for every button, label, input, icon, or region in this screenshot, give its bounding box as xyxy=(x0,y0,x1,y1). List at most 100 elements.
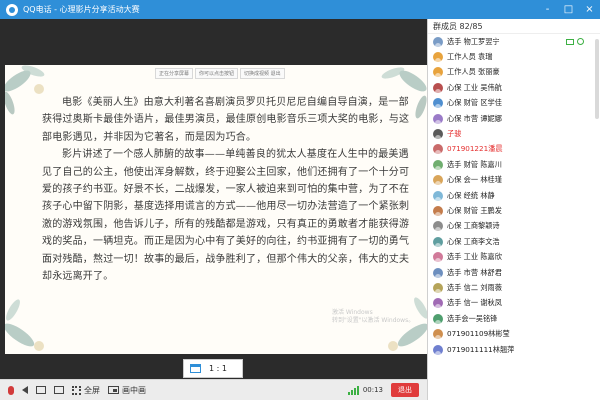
share-hint-tabs: 正在分享屏幕 你可以点击按钮 切换成视频 退出 xyxy=(155,68,285,79)
screen-share-icon xyxy=(54,386,64,394)
window-ratio-icon xyxy=(190,364,201,373)
member-avatar xyxy=(433,298,443,309)
member-name: 选手 物工罗翌宁 xyxy=(447,36,500,46)
call-toolbar: 全屏 画中画 00:13 退出 xyxy=(0,379,427,400)
member-row[interactable]: 选手 物工罗翌宁 xyxy=(428,34,600,49)
pip-label: 画中画 xyxy=(122,385,146,395)
member-avatar xyxy=(433,159,443,170)
member-avatar xyxy=(433,67,443,78)
minimize-button[interactable]: - xyxy=(537,0,558,19)
member-name: 工作人员 张丽豪 xyxy=(447,67,500,77)
picture-in-picture-icon xyxy=(108,386,119,394)
member-name: 子骏 xyxy=(447,129,462,139)
member-avatar xyxy=(433,329,443,340)
member-name: 心保 会一 林桂瑾 xyxy=(447,175,502,185)
share-hint-tab[interactable]: 正在分享屏幕 xyxy=(155,68,194,79)
member-row[interactable]: 0719011111林翘萍 xyxy=(428,342,600,357)
member-avatar xyxy=(433,221,443,232)
member-row[interactable]: 心保 工商李文浩 xyxy=(428,234,600,249)
member-row[interactable]: 子骏 xyxy=(428,126,600,141)
member-avatar xyxy=(433,313,443,324)
member-avatar xyxy=(433,129,443,140)
member-name: 心保 工商黎颖诗 xyxy=(447,221,500,231)
window-title: QQ电话 - 心理影片分享活动大赛 xyxy=(23,5,140,14)
microphone-off-icon xyxy=(8,385,14,395)
member-name: 选手 财管 陈嘉川 xyxy=(447,159,502,169)
member-name: 心保 工业 吴伟航 xyxy=(447,82,502,92)
aspect-ratio-label: 1 : 1 xyxy=(209,364,227,373)
audio-active-icon xyxy=(577,38,584,45)
member-avatar xyxy=(433,344,443,355)
shared-screen-slide: 正在分享屏幕 你可以点击按钮 切换成视频 退出 电影《美丽人生》由意大利著名喜剧… xyxy=(5,65,433,354)
watermark-line: 激活 Windows xyxy=(332,309,373,316)
picture-in-picture-button[interactable]: 画中画 xyxy=(108,385,146,396)
share-hint-tab[interactable]: 切换成视频 退出 xyxy=(240,68,285,79)
member-row[interactable]: 心保 市营 谭妮娜 xyxy=(428,111,600,126)
member-avatar xyxy=(433,236,443,247)
member-name: 071901221潘晨 xyxy=(447,144,503,154)
member-name: 071901109林彬莹 xyxy=(447,329,510,339)
member-name: 选手 市营 林舒君 xyxy=(447,267,502,277)
activate-windows-watermark: 激活 Windows 转到"设置"以激活 Windows。 xyxy=(332,309,414,325)
member-name: 心保 市营 谭妮娜 xyxy=(447,113,502,123)
member-row[interactable]: 选手 财管 陈嘉川 xyxy=(428,157,600,172)
fullscreen-button[interactable]: 全屏 xyxy=(72,385,100,396)
member-row[interactable]: 选手会一吴铭锋 xyxy=(428,311,600,326)
member-avatar xyxy=(433,144,443,155)
member-row[interactable]: 选手 市营 林舒君 xyxy=(428,265,600,280)
member-avatar xyxy=(433,267,443,278)
close-button[interactable]: × xyxy=(579,0,600,19)
camera-button[interactable] xyxy=(36,386,46,394)
share-screen-button[interactable] xyxy=(54,386,64,394)
speaker-icon xyxy=(22,386,28,394)
fullscreen-icon xyxy=(72,385,81,395)
member-row[interactable]: 071901109林彬莹 xyxy=(428,326,600,341)
member-panel: 群成员 82/85 选手 物工罗翌宁 工作人员 袁瑞 工作人员 张丽豪 心保 工业 吴… xyxy=(427,19,600,400)
mute-mic-button[interactable] xyxy=(8,385,14,395)
member-row[interactable]: 心保 工商黎颖诗 xyxy=(428,219,600,234)
maximize-button[interactable]: □ xyxy=(558,0,579,19)
member-row[interactable]: 心保 会一 林桂瑾 xyxy=(428,173,600,188)
speaker-button[interactable] xyxy=(22,386,28,394)
member-avatar xyxy=(433,282,443,293)
member-avatar xyxy=(433,82,443,93)
member-list-scrollbar[interactable] xyxy=(595,39,599,119)
member-row[interactable]: 工作人员 张丽豪 xyxy=(428,65,600,80)
share-hint-tab[interactable]: 你可以点击按钮 xyxy=(195,68,239,79)
member-name: 选手 信一 谢秋凤 xyxy=(447,298,502,308)
member-list: 选手 物工罗翌宁 工作人员 袁瑞 工作人员 张丽豪 心保 工业 吴伟航 心保 财管 区学… xyxy=(428,34,600,357)
member-count-header: 群成员 82/85 xyxy=(428,19,600,34)
speaking-indicator xyxy=(566,38,584,45)
leaf-decoration-icon xyxy=(5,299,44,351)
member-name: 心保 工商李文浩 xyxy=(447,236,500,246)
member-row[interactable]: 心保 财管 王鹏发 xyxy=(428,203,600,218)
watermark-line: 转到"设置"以激活 Windows。 xyxy=(332,317,415,324)
member-avatar xyxy=(433,205,443,216)
aspect-ratio-control[interactable]: 1 : 1 xyxy=(183,359,243,378)
window-controls: - □ × xyxy=(537,0,600,19)
call-duration: 00:13 xyxy=(362,386,383,394)
member-name: 选手 信二 刘雨薇 xyxy=(447,282,502,292)
member-row[interactable]: 心保 财管 区学佳 xyxy=(428,96,600,111)
member-row[interactable]: 选手 工业 陈嘉欣 xyxy=(428,249,600,264)
exit-call-button[interactable]: 退出 xyxy=(391,383,419,397)
member-row[interactable]: 071901221潘晨 xyxy=(428,142,600,157)
member-name: 选手会一吴铭锋 xyxy=(447,313,498,323)
member-row[interactable]: 选手 信二 刘雨薇 xyxy=(428,280,600,295)
member-name: 心保 财管 区学佳 xyxy=(447,98,502,108)
member-avatar xyxy=(433,36,443,47)
member-avatar xyxy=(433,175,443,186)
member-name: 选手 工业 陈嘉欣 xyxy=(447,252,502,262)
video-on-icon xyxy=(566,38,574,45)
member-avatar xyxy=(433,52,443,63)
member-row[interactable]: 心保 工业 吴伟航 xyxy=(428,80,600,95)
fullscreen-label: 全屏 xyxy=(84,385,100,395)
member-row[interactable]: 工作人员 袁瑞 xyxy=(428,49,600,64)
member-row[interactable]: 心保 经统 林静 xyxy=(428,188,600,203)
camera-icon xyxy=(36,386,46,394)
member-name: 工作人员 袁瑞 xyxy=(447,52,493,62)
member-row[interactable]: 选手 信一 谢秋凤 xyxy=(428,296,600,311)
video-stage: 正在分享屏幕 你可以点击按钮 切换成视频 退出 电影《美丽人生》由意大利著名喜剧… xyxy=(0,19,433,379)
member-name: 0719011111林翘萍 xyxy=(447,344,515,354)
member-avatar xyxy=(433,252,443,263)
